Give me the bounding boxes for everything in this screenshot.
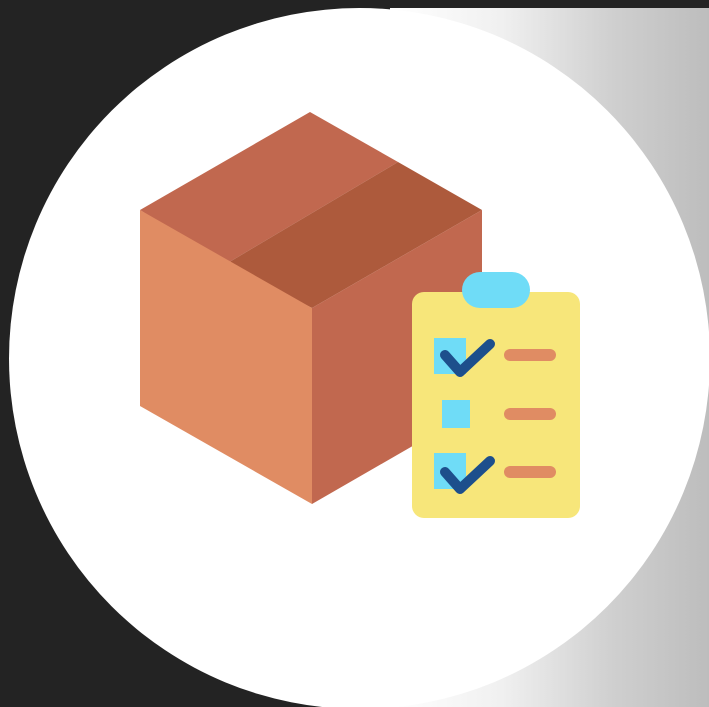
list-line — [504, 349, 556, 361]
clipboard-clip — [462, 272, 530, 308]
clipboard-icon — [412, 272, 580, 518]
list-line — [504, 466, 556, 478]
list-line — [504, 408, 556, 420]
checkbox-unchecked — [442, 400, 470, 428]
package-checklist-icon — [140, 112, 580, 518]
icon-canvas — [0, 0, 709, 707]
